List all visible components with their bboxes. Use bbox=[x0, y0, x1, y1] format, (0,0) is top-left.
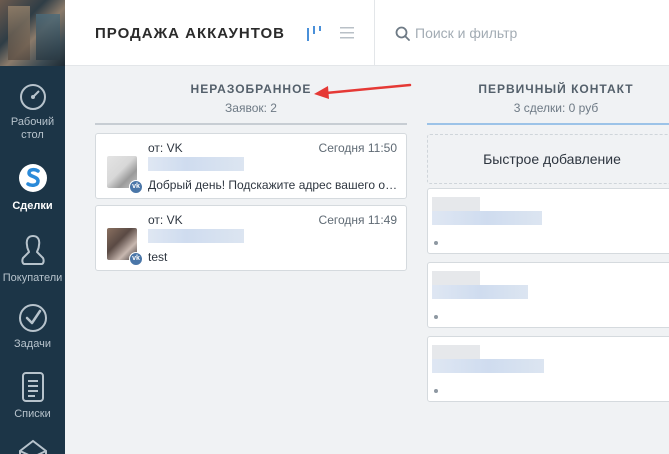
contact-name-blurred bbox=[148, 229, 244, 243]
sidebar-item-customers[interactable]: Покупатели bbox=[0, 232, 65, 285]
sidebar-item-deals[interactable]: Сделки bbox=[0, 160, 65, 213]
page-title: ПРОДАЖА АККАУНТОВ bbox=[95, 25, 285, 42]
contact-name-blurred bbox=[148, 157, 244, 171]
lead-source: от: VK bbox=[148, 141, 183, 155]
deal-contact-blurred bbox=[432, 359, 544, 373]
deal-name-blurred bbox=[432, 345, 480, 359]
sidebar-item-lists[interactable]: Списки bbox=[0, 370, 65, 421]
column-title: ПЕРВИЧНЫЙ КОНТАКТ bbox=[478, 82, 634, 96]
mail-icon[interactable] bbox=[17, 437, 49, 454]
lead-time: Сегодня 11:50 bbox=[318, 141, 397, 155]
sidebar-item-label: Рабочий стол bbox=[10, 116, 55, 141]
deal-contact-blurred bbox=[432, 211, 542, 225]
sidebar-item-label: Сделки bbox=[12, 200, 53, 212]
sidebar-item-label: Задачи bbox=[14, 338, 51, 350]
top-header: ПРОДАЖА АККАУНТОВ bbox=[65, 0, 669, 66]
search-icon bbox=[395, 26, 410, 41]
lead-card[interactable]: vk от: VK Сегодня 11:50 Добрый день! Под… bbox=[95, 133, 407, 199]
deal-card[interactable] bbox=[427, 262, 669, 328]
status-dot bbox=[434, 241, 438, 245]
list-view-icon[interactable] bbox=[339, 25, 355, 41]
lead-message: Добрый день! Подскажите адрес вашего офи… bbox=[148, 178, 398, 192]
header-divider bbox=[374, 0, 375, 66]
lead-card[interactable]: vk от: VK Сегодня 11:49 test bbox=[95, 205, 407, 271]
deal-contact-blurred bbox=[432, 285, 528, 299]
vk-icon: vk bbox=[129, 180, 143, 194]
deal-name-blurred bbox=[432, 271, 480, 285]
lead-source: от: VK bbox=[148, 213, 183, 227]
customers-icon bbox=[20, 234, 45, 265]
sidebar: Рабочий стол Сделки Покупатели Задачи Сп… bbox=[0, 0, 65, 454]
deals-icon bbox=[18, 164, 47, 192]
lead-message: test bbox=[148, 250, 168, 264]
search-input[interactable] bbox=[415, 22, 645, 44]
red-arrow-annotation bbox=[314, 83, 412, 99]
deal-card[interactable] bbox=[427, 336, 669, 402]
column-header-first-contact: ПЕРВИЧНЫЙ КОНТАКТ 3 сделки: 0 руб bbox=[426, 82, 669, 115]
tasks-icon bbox=[18, 304, 47, 332]
sidebar-item-tasks[interactable]: Задачи bbox=[0, 302, 65, 351]
sidebar-item-label: Покупатели bbox=[2, 272, 63, 284]
column-count: 3 сделки: 0 руб bbox=[513, 101, 599, 115]
user-avatar[interactable] bbox=[0, 0, 65, 66]
deal-name-blurred bbox=[432, 197, 480, 211]
column-divider bbox=[427, 123, 669, 125]
sidebar-item-label: Списки bbox=[14, 408, 51, 420]
quick-add-button[interactable]: Быстрое добавление bbox=[427, 134, 669, 184]
dashboard-icon bbox=[19, 84, 46, 110]
status-dot bbox=[434, 315, 438, 319]
column-count: Заявок: 2 bbox=[225, 101, 277, 115]
status-dot bbox=[434, 389, 438, 393]
lead-time: Сегодня 11:49 bbox=[318, 213, 397, 227]
deal-card[interactable] bbox=[427, 188, 669, 254]
vk-icon: vk bbox=[129, 252, 143, 266]
column-divider bbox=[95, 123, 407, 125]
pipeline-view-icon[interactable] bbox=[305, 24, 323, 42]
lists-icon bbox=[21, 372, 44, 402]
sidebar-item-dashboard[interactable]: Рабочий стол bbox=[0, 82, 65, 142]
